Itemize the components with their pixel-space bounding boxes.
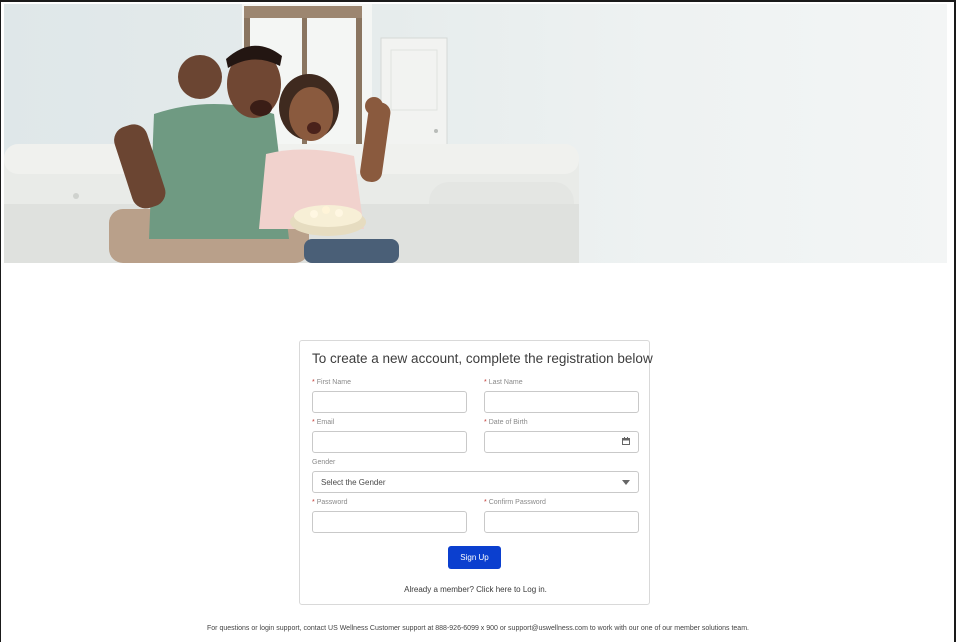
confirm-password-field[interactable] [484, 511, 639, 533]
login-link[interactable]: Already a member? Click here to Log in. [300, 585, 651, 594]
last-name-field[interactable] [484, 391, 639, 413]
password-label: * Password [312, 499, 348, 506]
gender-select-value: Select the Gender [321, 478, 386, 487]
last-name-label: * Last Name [484, 379, 523, 386]
chevron-down-icon [622, 480, 630, 485]
date-of-birth-label: * Date of Birth [484, 419, 528, 426]
window-left-border [0, 0, 1, 642]
hero-image [4, 4, 947, 263]
first-name-field[interactable] [312, 391, 467, 413]
first-name-label: * First Name [312, 379, 351, 386]
password-field[interactable] [312, 511, 467, 533]
support-footer-text: For questions or login support, contact … [207, 625, 749, 632]
confirm-password-label: * Confirm Password [484, 499, 546, 506]
date-of-birth-field[interactable] [484, 431, 639, 453]
sign-up-button[interactable]: Sign Up [448, 546, 501, 569]
calendar-icon[interactable] [622, 437, 630, 445]
gender-label: Gender [312, 459, 336, 466]
gender-select[interactable]: Select the Gender [312, 471, 639, 493]
email-field[interactable] [312, 431, 467, 453]
email-label: * Email [312, 419, 335, 426]
window-top-border [0, 0, 956, 2]
registration-card: To create a new account, complete the re… [299, 340, 653, 605]
registration-title: To create a new account, complete the re… [312, 351, 653, 366]
